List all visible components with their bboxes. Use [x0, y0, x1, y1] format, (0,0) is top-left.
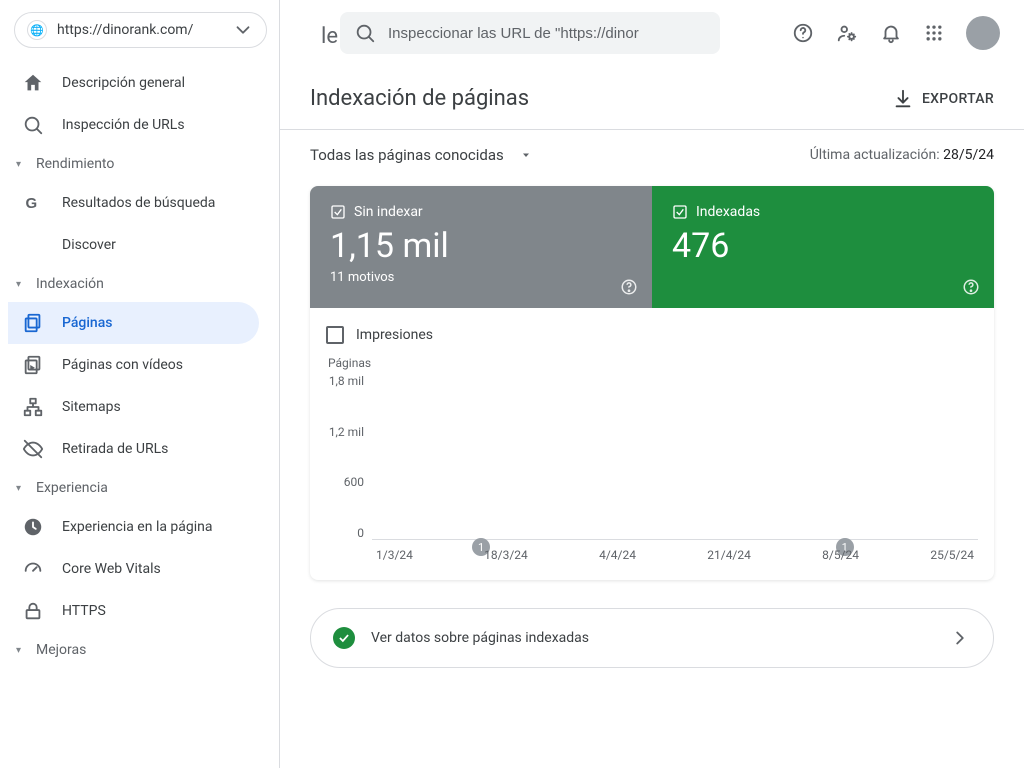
chart-y-label: Páginas [328, 356, 978, 370]
users-settings-icon[interactable] [836, 22, 858, 44]
indexing-chart: Páginas 1,8 mil 1,2 mil 600 0 1 1 [310, 348, 994, 580]
page-header: Indexación de páginas EXPORTAR [280, 66, 1024, 130]
sidebar-item-url-inspection[interactable]: Inspección de URLs [8, 104, 259, 146]
chart-x-axis: 1/3/24 18/3/24 4/4/24 21/4/24 8/5/24 25/… [372, 548, 978, 562]
indexed-data-link[interactable]: Ver datos sobre páginas indexadas [310, 608, 994, 668]
avatar[interactable] [966, 16, 1000, 50]
svg-text:G: G [26, 195, 38, 212]
sidebar-item-pages[interactable]: Páginas [8, 302, 259, 344]
sitemap-icon [22, 396, 44, 418]
link-card-label: Ver datos sobre páginas indexadas [371, 630, 589, 646]
speed-icon [22, 558, 44, 580]
sidebar-item-sitemaps[interactable]: Sitemaps [8, 386, 259, 428]
info-icon[interactable] [620, 278, 638, 296]
sidebar-section-label: Rendimiento [36, 156, 114, 172]
checkbox-checked-icon [672, 204, 688, 220]
sidebar-item-removals[interactable]: Retirada de URLs [8, 428, 259, 470]
help-icon[interactable] [792, 22, 814, 44]
tab-indexed[interactable]: Indexadas 476 [652, 186, 994, 308]
property-url: https://dinorank.com/ [57, 22, 222, 38]
page-title: Indexación de páginas [310, 86, 529, 111]
home-icon [22, 72, 44, 94]
chevron-down-icon: ▾ [16, 645, 28, 656]
indexed-count: 476 [672, 226, 974, 266]
sidebar-item-discover[interactable]: Discover [8, 224, 259, 266]
sidebar-item-label: Resultados de búsqueda [62, 195, 215, 211]
site-favicon: 🌐 [27, 20, 47, 40]
sidebar-item-overview[interactable]: Descripción general [8, 62, 259, 104]
google-icon: G [22, 192, 44, 214]
url-inspect-search[interactable] [340, 12, 720, 54]
page-experience-icon [22, 516, 44, 538]
sidebar-item-label: Sitemaps [62, 399, 121, 415]
lock-icon [22, 600, 44, 622]
sidebar-item-label: Discover [62, 237, 116, 253]
info-icon[interactable] [962, 278, 980, 296]
tab-not-indexed[interactable]: Sin indexar 1,15 mil 11 motivos [310, 186, 652, 308]
sidebar-section-experience[interactable]: ▾ Experiencia [8, 470, 271, 506]
brand-fragment: le [280, 24, 338, 49]
tab-label: Indexadas [696, 204, 760, 220]
sidebar-section-indexing[interactable]: ▾ Indexación [8, 266, 271, 302]
sidebar-item-cwv[interactable]: Core Web Vitals [8, 548, 259, 590]
chevron-right-icon [949, 627, 971, 649]
impressions-label: Impresiones [356, 327, 433, 343]
topbar [280, 0, 1024, 66]
chevron-down-icon: ▾ [16, 483, 28, 494]
sidebar-item-label: Páginas con vídeos [62, 357, 183, 373]
sidebar-section-label: Indexación [36, 276, 104, 292]
property-selector[interactable]: 🌐 https://dinorank.com/ [14, 12, 267, 48]
last-update: Última actualización: 28/5/24 [810, 147, 994, 163]
apps-grid-icon[interactable] [924, 23, 944, 43]
visibility-off-icon [22, 438, 44, 460]
tab-label: Sin indexar [354, 204, 423, 220]
sidebar-section-performance[interactable]: ▾ Rendimiento [8, 146, 271, 182]
sidebar-item-search-results[interactable]: G Resultados de búsqueda [8, 182, 259, 224]
chevron-down-icon: ▾ [16, 279, 28, 290]
topbar-actions [792, 16, 1000, 50]
chevron-down-icon [520, 149, 532, 161]
summary-card: Sin indexar 1,15 mil 11 motivos [310, 186, 994, 580]
sidebar-item-label: Retirada de URLs [62, 441, 168, 457]
checkbox-checked-icon [330, 204, 346, 220]
checkbox-unchecked-icon [326, 326, 344, 344]
export-button[interactable]: EXPORTAR [892, 88, 994, 110]
sidebar-section-label: Mejoras [36, 642, 86, 658]
sidebar-section-enhancements[interactable]: ▾ Mejoras [8, 632, 271, 668]
sidebar-item-label: Inspección de URLs [62, 117, 185, 133]
search-icon [354, 22, 376, 44]
video-pages-icon [22, 354, 44, 376]
not-indexed-count: 1,15 mil [330, 226, 632, 266]
sidebar: 🌐 https://dinorank.com/ Descripción gene… [0, 0, 280, 768]
search-input[interactable] [388, 25, 706, 42]
chevron-down-icon [232, 19, 254, 41]
chevron-down-icon: ▾ [16, 159, 28, 170]
sidebar-item-label: Experiencia en la página [62, 519, 213, 535]
impressions-toggle[interactable]: Impresiones [310, 308, 994, 348]
export-label: EXPORTAR [922, 91, 994, 107]
sidebar-item-video-pages[interactable]: Páginas con vídeos [8, 344, 259, 386]
search-icon [22, 114, 44, 136]
download-icon [892, 88, 914, 110]
sidebar-item-label: Páginas [62, 315, 112, 331]
filter-label: Todas las páginas conocidas [310, 146, 504, 164]
discover-icon [22, 234, 44, 256]
check-circle-icon [333, 627, 355, 649]
sidebar-item-https[interactable]: HTTPS [8, 590, 259, 632]
sidebar-item-page-experience[interactable]: Experiencia en la página [8, 506, 259, 548]
notifications-icon[interactable] [880, 22, 902, 44]
pages-icon [22, 312, 44, 334]
page-filter-dropdown[interactable]: Todas las páginas conocidas [310, 146, 532, 164]
sidebar-item-label: Descripción general [62, 75, 185, 91]
sidebar-section-label: Experiencia [36, 480, 108, 496]
chart-plot[interactable]: 1 1 1/3/24 18/3/24 4/4/24 21/4/24 8/5/24… [372, 372, 978, 562]
not-indexed-reasons: 11 motivos [330, 270, 632, 285]
filter-row: Todas las páginas conocidas Última actua… [280, 130, 1024, 180]
main-content: le [280, 0, 1024, 768]
sidebar-item-label: HTTPS [62, 603, 106, 619]
sidebar-item-label: Core Web Vitals [62, 561, 161, 577]
chart-y-axis: 1,8 mil 1,2 mil 600 0 [326, 372, 372, 562]
